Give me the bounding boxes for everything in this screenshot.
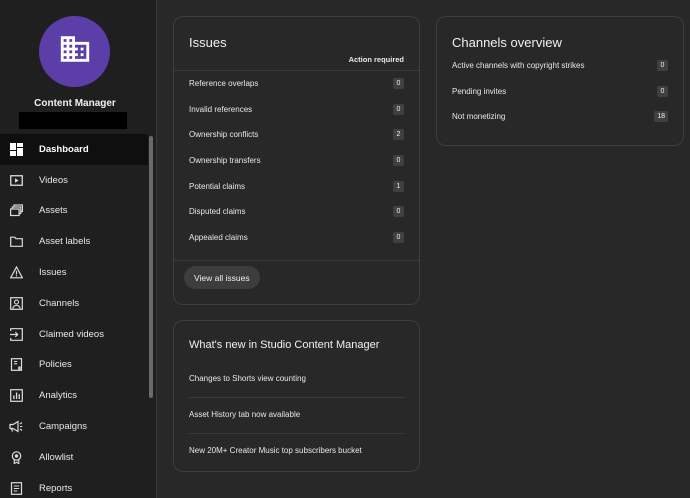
sidebar-item-allowlist[interactable]: Allowlist	[0, 442, 148, 473]
folder-icon	[9, 235, 23, 249]
sidebar-item-claimed-videos[interactable]: Claimed videos	[0, 319, 148, 350]
issue-row-ownership-transfers[interactable]: Ownership transfers 0	[174, 148, 419, 174]
channels-overview-card: Channels overview Active channels with c…	[436, 16, 684, 146]
overview-label: Active channels with copyright strikes	[452, 61, 585, 71]
sidebar-item-label: Dashboard	[39, 143, 89, 155]
count-badge: 0	[393, 231, 404, 243]
issues-title: Issues	[189, 35, 227, 50]
divider	[174, 260, 419, 261]
issue-row-ownership-conflicts[interactable]: Ownership conflicts 2	[174, 122, 419, 148]
sidebar-item-dashboard[interactable]: Dashboard	[0, 134, 148, 165]
sidebar-item-label: Claimed videos	[39, 328, 104, 340]
sidebar-scrollbar[interactable]	[149, 136, 153, 398]
sidebar-item-videos[interactable]: Videos	[0, 165, 148, 196]
whats-new-card: What's new in Studio Content Manager Cha…	[173, 320, 420, 472]
issue-row-potential-claims[interactable]: Potential claims 1	[174, 173, 419, 199]
issue-row-appealed-claims[interactable]: Appealed claims 0	[174, 225, 419, 251]
issue-label: Ownership transfers	[189, 156, 261, 166]
dashboard-icon	[9, 142, 23, 156]
overview-row-copyright-strikes[interactable]: Active channels with copyright strikes 0	[437, 53, 683, 79]
sidebar-item-label: Assets	[39, 205, 68, 217]
sidebar-item-label: Reports	[39, 482, 73, 494]
analytics-icon	[9, 389, 23, 403]
sidebar-item-label: Channels	[39, 297, 80, 309]
redacted-channel-id	[19, 112, 127, 129]
sidebar-item-analytics[interactable]: Analytics	[0, 380, 148, 411]
issue-row-disputed-claims[interactable]: Disputed claims 0	[174, 199, 419, 225]
sidebar-item-policies[interactable]: Policies	[0, 350, 148, 381]
issue-row-invalid-references[interactable]: Invalid references 0	[174, 97, 419, 123]
whats-new-title: What's new in Studio Content Manager	[189, 339, 380, 351]
count-badge: 0	[393, 78, 404, 90]
sidebar-item-label: Policies	[39, 359, 72, 371]
issues-list: Reference overlaps 0 Invalid references …	[174, 70, 419, 250]
overview-label: Not monetizing	[452, 112, 506, 122]
divider	[189, 397, 405, 398]
overview-label: Pending invites	[452, 86, 507, 96]
news-item[interactable]: New 20M+ Creator Music top subscribers b…	[189, 446, 405, 455]
issue-label: Invalid references	[189, 104, 253, 114]
count-badge: 0	[393, 155, 404, 167]
avatar[interactable]	[39, 16, 110, 87]
news-item[interactable]: Changes to Shorts view counting	[189, 374, 405, 383]
action-required-header: Action required	[348, 55, 404, 64]
policy-icon	[9, 358, 23, 372]
report-icon	[9, 481, 23, 495]
sidebar-item-issues[interactable]: Issues	[0, 257, 148, 288]
count-badge: 2	[393, 129, 404, 141]
sidebar-item-channels[interactable]: Channels	[0, 288, 148, 319]
sidebar-item-label: Campaigns	[39, 421, 88, 433]
channels-overview-title: Channels overview	[452, 35, 562, 50]
sidebar-item-label: Allowlist	[39, 451, 74, 463]
count-badge: 1	[393, 180, 404, 192]
issue-label: Ownership conflicts	[189, 130, 259, 140]
news-item[interactable]: Asset History tab now available	[189, 410, 405, 419]
overview-row-not-monetizing[interactable]: Not monetizing 18	[437, 104, 683, 130]
sidebar-item-asset-labels[interactable]: Asset labels	[0, 226, 148, 257]
sidebar-item-assets[interactable]: Assets	[0, 196, 148, 227]
count-badge: 0	[393, 206, 404, 218]
video-icon	[9, 173, 23, 187]
issue-label: Appealed claims	[189, 232, 248, 242]
issues-card: Issues Action required Reference overlap…	[173, 16, 420, 305]
sidebar: Content Manager Dashboard Videos Assets …	[0, 0, 157, 498]
count-badge: 18	[654, 111, 668, 123]
sidebar-item-label: Videos	[39, 174, 68, 186]
megaphone-icon	[9, 420, 23, 434]
count-badge: 0	[393, 103, 404, 115]
channel-name: Content Manager	[34, 98, 116, 109]
issue-label: Reference overlaps	[189, 79, 259, 89]
channels-overview-list: Active channels with copyright strikes 0…	[437, 53, 683, 130]
issue-label: Disputed claims	[189, 207, 246, 217]
studio-dashboard: Content Manager Dashboard Videos Assets …	[0, 0, 690, 498]
award-icon	[9, 450, 23, 464]
overview-row-pending-invites[interactable]: Pending invites 0	[437, 79, 683, 105]
issue-row-reference-overlaps[interactable]: Reference overlaps 0	[174, 71, 419, 97]
building-icon	[58, 32, 92, 71]
assets-icon	[9, 204, 23, 218]
sidebar-item-label: Analytics	[39, 390, 78, 402]
count-badge: 0	[657, 85, 668, 97]
sidebar-item-reports[interactable]: Reports	[0, 473, 148, 498]
sidebar-item-campaigns[interactable]: Campaigns	[0, 411, 148, 442]
divider	[189, 433, 405, 434]
channel-icon	[9, 296, 23, 310]
warning-icon	[9, 266, 23, 280]
claimed-icon	[9, 327, 23, 341]
sidebar-nav: Dashboard Videos Assets Asset labels Iss…	[0, 134, 148, 498]
issue-label: Potential claims	[189, 181, 246, 191]
sidebar-item-label: Asset labels	[39, 236, 91, 248]
count-badge: 0	[657, 60, 668, 72]
sidebar-item-label: Issues	[39, 267, 67, 279]
view-all-issues-button[interactable]: View all issues	[184, 266, 260, 289]
